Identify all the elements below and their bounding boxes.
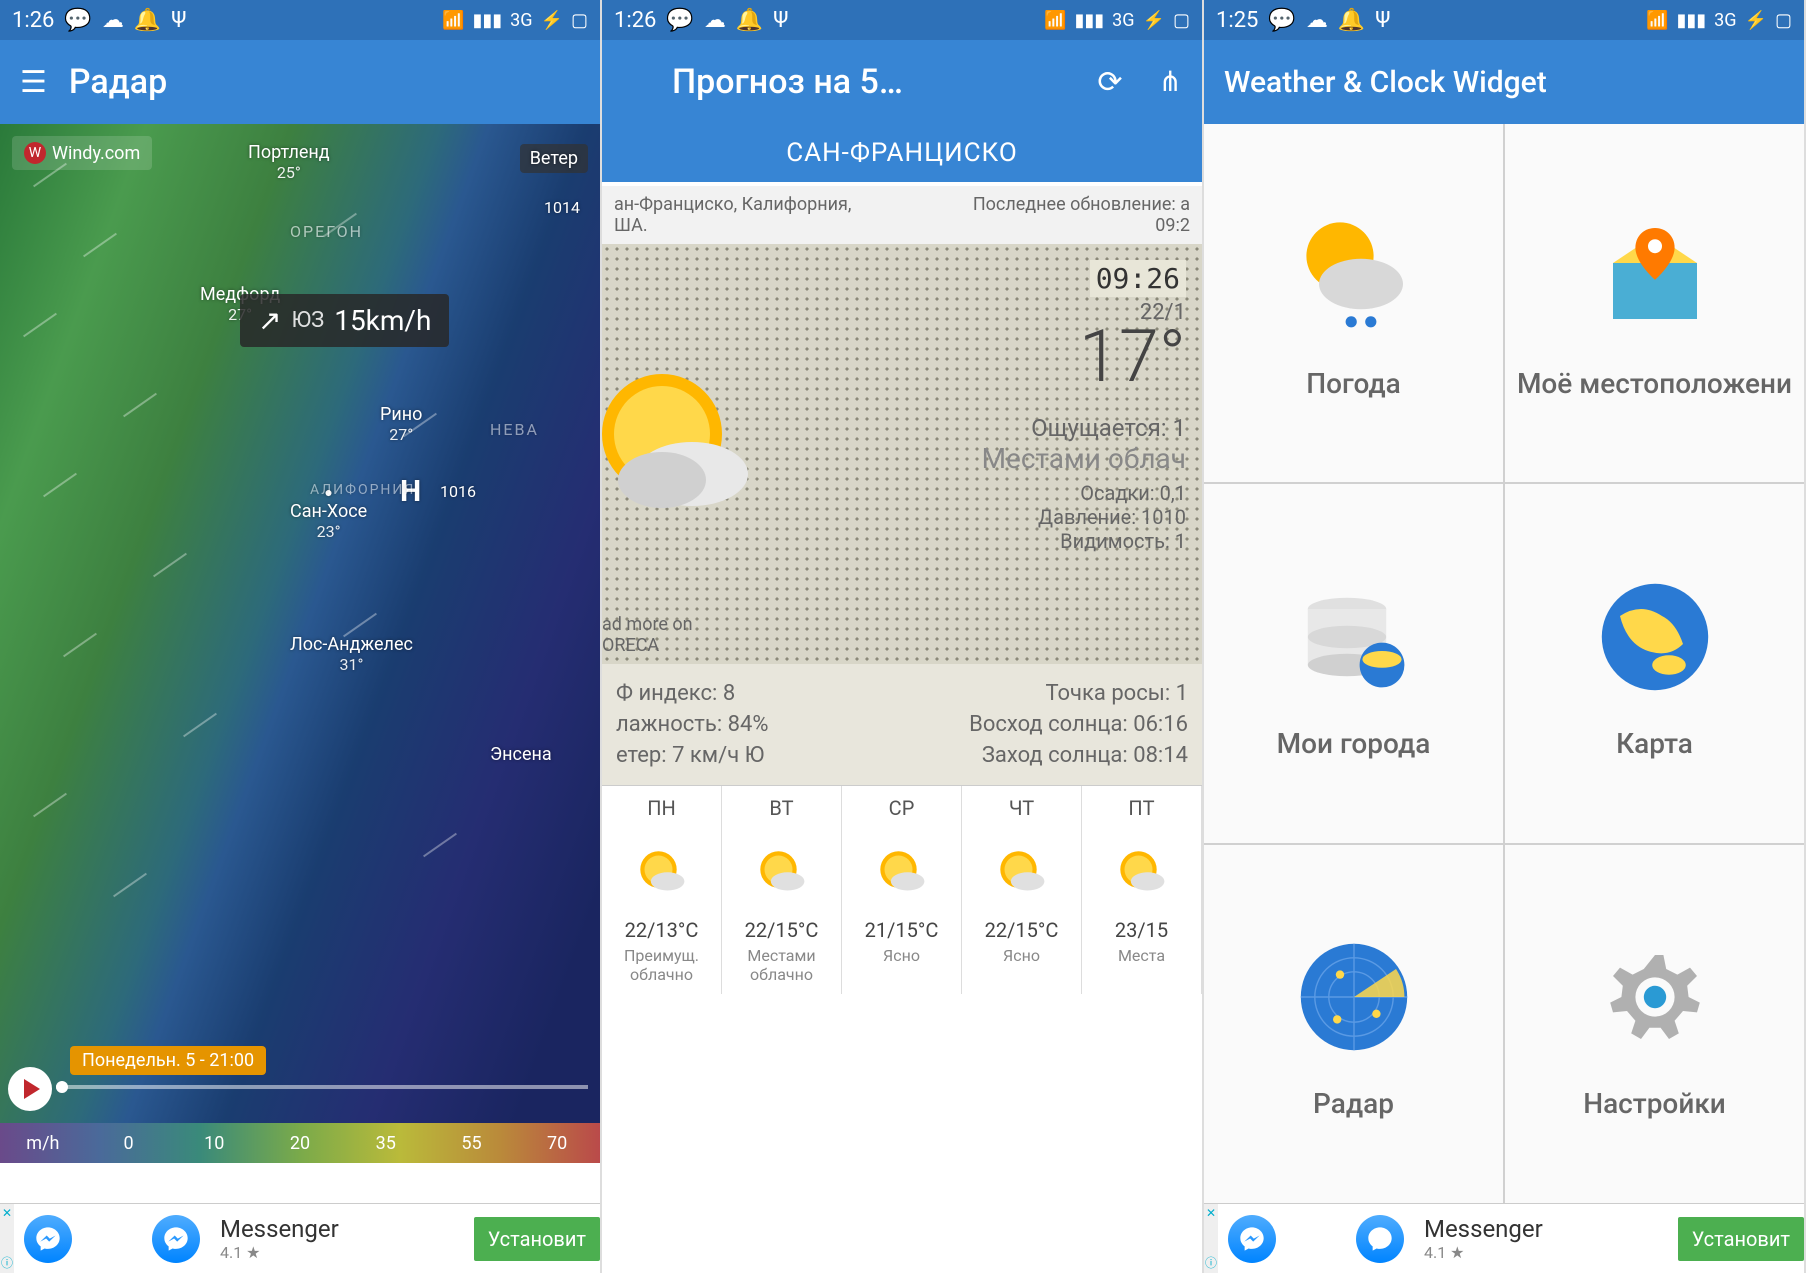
cloud-icon: ☁ bbox=[102, 8, 124, 33]
current-weather-card: 09:26 22/1 17° Ощущается: 1 Местами обла… bbox=[602, 244, 1202, 664]
status-bar: 1:26 💬 ☁ 🔔 Ψ 📶 ▮▮▮ 3G ⚡ ▢ bbox=[0, 0, 600, 40]
details-panel: Ф индекс: 8Точка росы: 1 лажность: 84%Во… bbox=[602, 664, 1202, 785]
menu-radar[interactable]: Радар bbox=[1204, 845, 1503, 1203]
city-portland: Портленд25° bbox=[248, 142, 330, 182]
app-bar: Прогноз на 5… ⟳ ⋔ bbox=[602, 40, 1202, 124]
region-california: АЛИФОРНИЯ bbox=[310, 482, 415, 498]
app-bar: Weather & Clock Widget bbox=[1204, 40, 1804, 124]
radar-map[interactable]: WWindy.com Ветер 1014 Портленд25° ОРЕГОН… bbox=[0, 124, 600, 1163]
tab-city[interactable]: САН-ФРАНЦИСКО bbox=[602, 124, 1202, 186]
ad-app-name: Messenger bbox=[220, 1215, 339, 1243]
current-temp: 17° bbox=[1079, 314, 1186, 399]
location-icon bbox=[1585, 207, 1725, 347]
wind-tooltip: ↗ЮЗ15km/h bbox=[240, 294, 449, 347]
screen-menu: 1:25 💬☁🔔Ψ 📶▮▮▮3G⚡▢ Weather & Clock Widge… bbox=[1204, 0, 1806, 1273]
app-bar: ☰ Радар bbox=[0, 40, 600, 124]
page-title: Прогноз на 5… bbox=[672, 62, 903, 102]
page-title: Weather & Clock Widget bbox=[1224, 65, 1547, 100]
ad-close-icon[interactable]: ✕ bbox=[1206, 1206, 1216, 1220]
menu-weather[interactable]: Погода bbox=[1204, 124, 1503, 482]
updated-text: Последнее обновление: а 09:2 bbox=[973, 194, 1190, 236]
day-column[interactable]: ВТ22/15°CМестами облачно bbox=[722, 786, 842, 994]
city-reno: Рино27° bbox=[380, 404, 422, 444]
day-column[interactable]: ПТ23/15Места bbox=[1082, 786, 1202, 994]
signal-icon: ▮▮▮ bbox=[472, 10, 502, 31]
weather-details: Ощущается: 1 Местами облач Осадки: 0,1 Д… bbox=[982, 414, 1186, 553]
day-column[interactable]: ПН22/13°CПреимущ. облачно bbox=[602, 786, 722, 994]
status-bar: 1:25 💬☁🔔Ψ 📶▮▮▮3G⚡▢ bbox=[1204, 0, 1804, 40]
radar-icon bbox=[1284, 927, 1424, 1067]
chat-icon: 💬 bbox=[64, 8, 91, 33]
menu-location[interactable]: Моё местоположени bbox=[1505, 124, 1804, 482]
screen-forecast: 1:26 💬☁🔔Ψ 📶▮▮▮3G⚡▢ Прогноз на 5… ⟳ ⋔ САН… bbox=[602, 0, 1204, 1273]
pressure-1016: 1016 bbox=[440, 482, 476, 501]
messenger-icon bbox=[24, 1215, 72, 1263]
charge-icon: ⚡ bbox=[541, 10, 563, 31]
ad-banner[interactable]: ✕ ⓘ Messenger4.1 ★ Установит bbox=[0, 1203, 600, 1273]
timeline-slider[interactable] bbox=[56, 1055, 588, 1103]
network-label: 3G bbox=[510, 10, 532, 31]
menu-settings[interactable]: Настройки bbox=[1505, 845, 1804, 1203]
share-icon[interactable]: ⋔ bbox=[1159, 65, 1182, 100]
city-ensenada: Энсена bbox=[490, 744, 552, 765]
windy-logo[interactable]: WWindy.com bbox=[12, 136, 152, 170]
wifi-icon: 📶 bbox=[442, 10, 464, 31]
ad-install-button[interactable]: Установит bbox=[1678, 1217, 1804, 1261]
region-nevada: НЕВА bbox=[490, 420, 539, 439]
forecast-days[interactable]: ПН22/13°CПреимущ. облачноВТ22/15°CМестам… bbox=[602, 785, 1202, 994]
messenger-icon-2 bbox=[152, 1215, 200, 1263]
screen-radar: 1:26 💬 ☁ 🔔 Ψ 📶 ▮▮▮ 3G ⚡ ▢ ☰ Радар WWindy.com Ве… bbox=[0, 0, 602, 1273]
foreca-attribution[interactable]: ad more on ORECA bbox=[602, 614, 693, 656]
messenger-icon bbox=[1228, 1215, 1276, 1263]
menu-cities[interactable]: Мои города bbox=[1204, 484, 1503, 842]
weather-icon bbox=[1284, 207, 1424, 347]
play-button[interactable] bbox=[8, 1067, 52, 1111]
location-text: ан-Франциско, Калифорния, ША. bbox=[614, 194, 851, 236]
settings-icon bbox=[1585, 927, 1725, 1067]
weather-icon bbox=[602, 344, 772, 544]
city-la: Лос-Анджелес31° bbox=[290, 634, 413, 674]
digital-clock: 09:26 bbox=[1090, 260, 1186, 297]
map-icon bbox=[1585, 567, 1725, 707]
usb-icon: Ψ bbox=[171, 8, 186, 33]
bell-icon: 🔔 bbox=[134, 8, 161, 33]
battery-icon: ▢ bbox=[571, 10, 588, 31]
ad-info-icon[interactable]: ⓘ bbox=[1205, 1254, 1217, 1271]
ad-install-button[interactable]: Установит bbox=[474, 1217, 600, 1261]
ad-rating: 4.1 ★ bbox=[220, 1243, 339, 1262]
pressure-1014: 1014 bbox=[544, 198, 580, 217]
forecast-meta: ан-Франциско, Калифорния, ША. Последнее … bbox=[602, 186, 1202, 244]
ad-close-icon[interactable]: ✕ bbox=[2, 1206, 12, 1220]
region-oregon: ОРЕГОН bbox=[290, 222, 363, 241]
menu-map[interactable]: Карта bbox=[1505, 484, 1804, 842]
menu-grid: Погода Моё местоположени Мои города Карт… bbox=[1204, 124, 1804, 1203]
wind-scale: m/h01020355570 bbox=[0, 1123, 600, 1163]
ad-info-icon[interactable]: ⓘ bbox=[1, 1254, 13, 1271]
day-column[interactable]: СР21/15°CЯсно bbox=[842, 786, 962, 994]
menu-icon[interactable]: ☰ bbox=[20, 65, 47, 100]
day-column[interactable]: ЧТ22/15°CЯсно bbox=[962, 786, 1082, 994]
status-bar: 1:26 💬☁🔔Ψ 📶▮▮▮3G⚡▢ bbox=[602, 0, 1202, 40]
ad-banner[interactable]: ✕ⓘ Messenger4.1 ★ Установит bbox=[1204, 1203, 1804, 1273]
refresh-icon[interactable]: ⟳ bbox=[1097, 65, 1122, 100]
page-title: Радар bbox=[69, 62, 167, 102]
cities-icon bbox=[1284, 567, 1424, 707]
status-time: 1:26 bbox=[12, 8, 54, 33]
layer-wind-label[interactable]: Ветер bbox=[520, 144, 588, 173]
messenger-icon-2 bbox=[1356, 1215, 1404, 1263]
